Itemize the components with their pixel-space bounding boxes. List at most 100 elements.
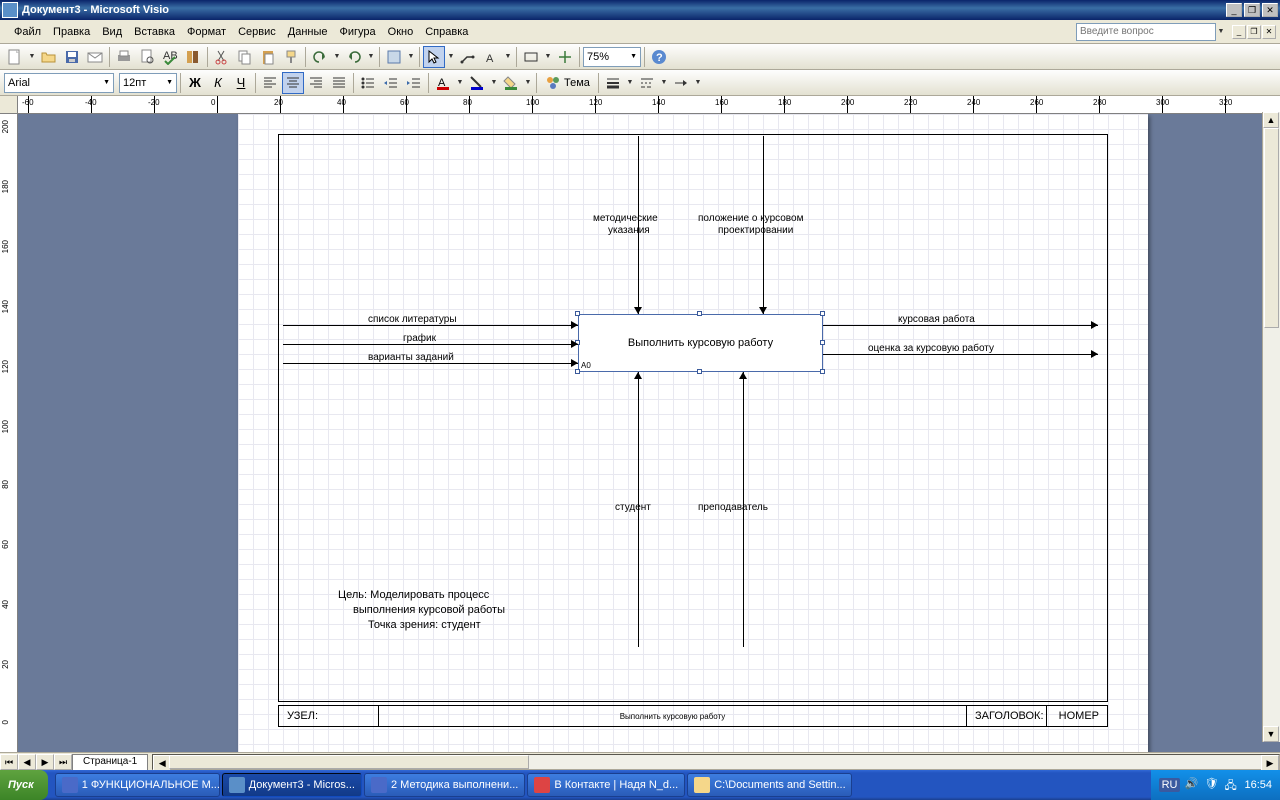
selection-handle[interactable] xyxy=(820,340,825,345)
last-page-button[interactable]: ⏭ xyxy=(54,754,72,770)
doc-close-button[interactable]: ✕ xyxy=(1262,25,1276,39)
selection-handle[interactable] xyxy=(575,369,580,374)
selection-handle[interactable] xyxy=(575,311,580,316)
print-button[interactable] xyxy=(113,46,135,68)
redo-button[interactable] xyxy=(343,46,365,68)
scroll-right-button[interactable]: ▶ xyxy=(1261,755,1279,771)
format-painter-button[interactable] xyxy=(280,46,302,68)
selection-handle[interactable] xyxy=(697,311,702,316)
decrease-indent-button[interactable] xyxy=(380,72,402,94)
selection-handle[interactable] xyxy=(697,369,702,374)
drawing-canvas[interactable]: Выполнить курсовую работу A0 список лите… xyxy=(18,114,1280,752)
language-indicator[interactable]: RU xyxy=(1159,778,1181,792)
taskbar-item-1[interactable]: 1 ФУНКЦИОНАЛЬНОЕ М... xyxy=(55,773,220,797)
connector-tool-button[interactable] xyxy=(457,46,479,68)
new-button[interactable] xyxy=(4,46,26,68)
spellcheck-button[interactable]: ABC xyxy=(159,46,181,68)
bullets-button[interactable] xyxy=(357,72,379,94)
arrow-input-3[interactable] xyxy=(283,363,578,364)
arrow-output-2[interactable] xyxy=(823,354,1098,355)
hscroll-thumb[interactable] xyxy=(169,755,529,769)
menu-window[interactable]: Окно xyxy=(382,24,420,40)
prev-page-button[interactable]: ◀ xyxy=(18,754,36,770)
taskbar-item-2[interactable]: Документ3 - Micros... xyxy=(222,773,362,797)
menu-shape[interactable]: Фигура xyxy=(334,24,382,40)
arrow-output-1[interactable] xyxy=(823,325,1098,326)
first-page-button[interactable]: ⏮ xyxy=(0,754,18,770)
increase-indent-button[interactable] xyxy=(403,72,425,94)
text-tool-button[interactable]: A xyxy=(480,46,502,68)
redo-dropdown[interactable]: ▼ xyxy=(366,46,376,68)
menu-edit[interactable]: Правка xyxy=(47,24,96,40)
idef0-activity-box[interactable]: Выполнить курсовую работу A0 xyxy=(578,314,823,372)
menu-data[interactable]: Данные xyxy=(282,24,334,40)
menu-tools[interactable]: Сервис xyxy=(232,24,282,40)
taskbar-item-3[interactable]: 2 Методика выполнени... xyxy=(364,773,525,797)
line-color-dropdown[interactable]: ▼ xyxy=(489,72,499,94)
close-button[interactable]: ✕ xyxy=(1262,3,1278,17)
rectangle-dropdown[interactable]: ▼ xyxy=(543,46,553,68)
vertical-scrollbar[interactable]: ▲ ▼ xyxy=(1262,112,1280,742)
horizontal-scrollbar[interactable]: ◀ ▶ xyxy=(152,754,1280,770)
align-center-button[interactable] xyxy=(282,72,304,94)
save-button[interactable] xyxy=(61,46,83,68)
fill-color-dropdown[interactable]: ▼ xyxy=(523,72,533,94)
menu-help[interactable]: Справка xyxy=(419,24,474,40)
start-button[interactable]: Пуск xyxy=(0,770,48,800)
drawing-page[interactable]: Выполнить курсовую работу A0 список лите… xyxy=(238,114,1148,752)
open-button[interactable] xyxy=(38,46,60,68)
cut-button[interactable] xyxy=(211,46,233,68)
zoom-input[interactable] xyxy=(587,51,627,63)
scroll-down-button[interactable]: ▼ xyxy=(1263,726,1279,742)
copy-button[interactable] xyxy=(234,46,256,68)
align-justify-button[interactable] xyxy=(328,72,350,94)
page-tab-1[interactable]: Страница-1 xyxy=(72,754,148,770)
paste-button[interactable] xyxy=(257,46,279,68)
doc-restore-button[interactable]: ❐ xyxy=(1247,25,1261,39)
undo-dropdown[interactable]: ▼ xyxy=(332,46,342,68)
taskbar-item-5[interactable]: C:\Documents and Settin... xyxy=(687,773,852,797)
connection-point-button[interactable] xyxy=(554,46,576,68)
vscroll-thumb[interactable] xyxy=(1264,128,1279,328)
research-button[interactable] xyxy=(182,46,204,68)
font-name-input[interactable] xyxy=(8,77,100,89)
help-dropdown[interactable]: ▼ xyxy=(1216,21,1226,43)
arrow-input-2[interactable] xyxy=(283,344,578,345)
line-weight-dropdown[interactable]: ▼ xyxy=(625,72,635,94)
pointer-dropdown[interactable]: ▼ xyxy=(446,46,456,68)
taskbar-item-4[interactable]: В Контакте | Надя N_d... xyxy=(527,773,685,797)
line-ends-dropdown[interactable]: ▼ xyxy=(693,72,703,94)
menu-format[interactable]: Формат xyxy=(181,24,232,40)
font-size-input[interactable] xyxy=(123,77,163,89)
next-page-button[interactable]: ▶ xyxy=(36,754,54,770)
theme-button[interactable]: Тема xyxy=(540,72,595,94)
bold-button[interactable]: Ж xyxy=(184,72,206,94)
arrow-input-1[interactable] xyxy=(283,325,578,326)
text-dropdown[interactable]: ▼ xyxy=(503,46,513,68)
help-button[interactable]: ? xyxy=(648,46,670,68)
line-pattern-button[interactable] xyxy=(636,72,658,94)
print-preview-button[interactable] xyxy=(136,46,158,68)
clock[interactable]: 16:54 xyxy=(1244,779,1272,791)
font-name-combo[interactable]: ▼ xyxy=(4,73,114,93)
line-ends-button[interactable] xyxy=(670,72,692,94)
menu-file[interactable]: Файл xyxy=(8,24,47,40)
line-color-button[interactable] xyxy=(466,72,488,94)
font-color-button[interactable]: A xyxy=(432,72,454,94)
doc-minimize-button[interactable]: _ xyxy=(1232,25,1246,39)
menu-view[interactable]: Вид xyxy=(96,24,128,40)
menu-insert[interactable]: Вставка xyxy=(128,24,181,40)
minimize-button[interactable]: _ xyxy=(1226,3,1242,17)
line-pattern-dropdown[interactable]: ▼ xyxy=(659,72,669,94)
tray-icon-1[interactable]: 🔊 xyxy=(1184,777,1200,793)
align-left-button[interactable] xyxy=(259,72,281,94)
shapes-dropdown[interactable]: ▼ xyxy=(406,46,416,68)
font-size-combo[interactable]: ▼ xyxy=(119,73,177,93)
underline-button[interactable]: Ч xyxy=(230,72,252,94)
new-dropdown[interactable]: ▼ xyxy=(27,46,37,68)
font-color-dropdown[interactable]: ▼ xyxy=(455,72,465,94)
pointer-tool-button[interactable] xyxy=(423,46,445,68)
undo-button[interactable] xyxy=(309,46,331,68)
restore-button[interactable]: ❐ xyxy=(1244,3,1260,17)
tray-icon-3[interactable]: 🖧 xyxy=(1224,777,1240,793)
